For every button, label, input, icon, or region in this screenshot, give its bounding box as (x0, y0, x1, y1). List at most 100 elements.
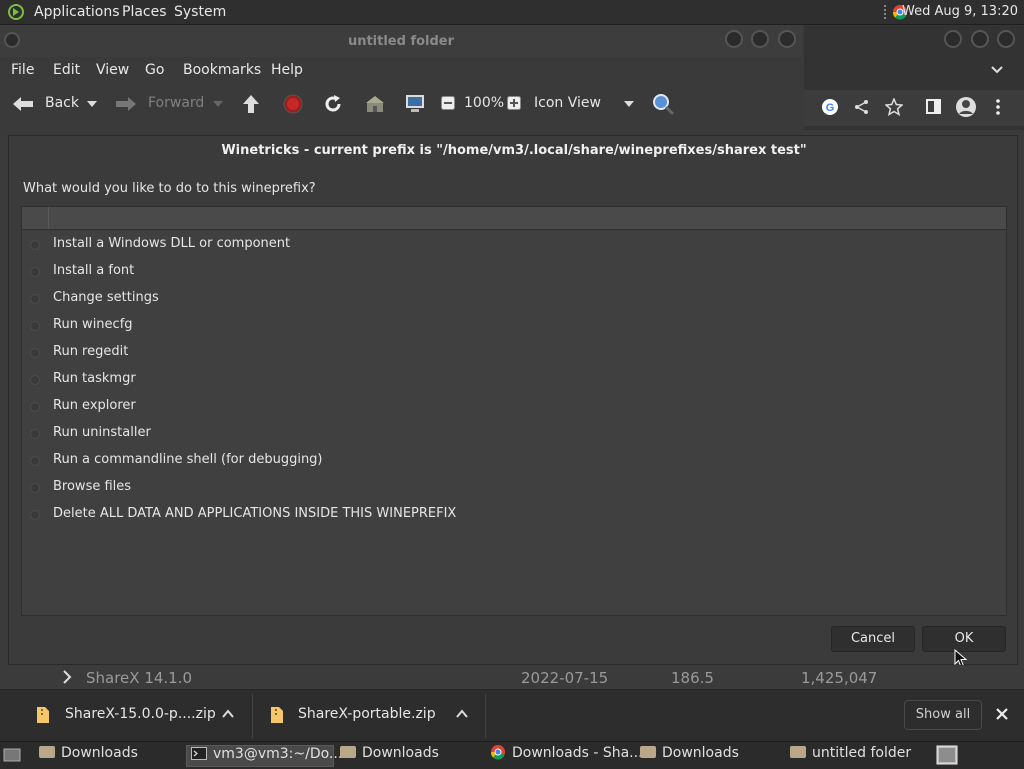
option-run-winecfg[interactable]: Run winecfg (22, 313, 1006, 340)
option-install-font[interactable]: Install a font (22, 259, 1006, 286)
forward-arrow-icon[interactable] (114, 95, 138, 113)
file-bytes: 1,425,047 (801, 669, 878, 687)
computer-icon[interactable] (404, 94, 426, 114)
drag-handle-icon (884, 5, 886, 19)
browser-toolbar: G (804, 90, 1024, 126)
gnome-foot-icon[interactable] (6, 3, 26, 21)
chrome-icon (490, 745, 505, 760)
option-browse-files[interactable]: Browse files (22, 475, 1006, 502)
file-list-row[interactable]: ShareX 14.1.0 2022-07-15 186.5 1,425,047 (0, 665, 1024, 689)
zip-file-icon (37, 707, 49, 723)
profile-avatar-icon[interactable] (955, 96, 977, 118)
up-arrow-icon[interactable] (241, 93, 261, 115)
option-run-uninstaller[interactable]: Run uninstaller (22, 421, 1006, 448)
radio-button[interactable] (30, 267, 40, 277)
option-install-dll[interactable]: Install a Windows DLL or component (22, 232, 1006, 259)
radio-button[interactable] (30, 294, 40, 304)
radio-button[interactable] (30, 483, 40, 493)
task-downloads-2[interactable]: Downloads (340, 745, 485, 767)
task-downloads-3[interactable]: Downloads (640, 745, 785, 767)
minimize-button[interactable] (725, 30, 743, 48)
radio-button[interactable] (30, 429, 40, 439)
system-menu[interactable]: System (174, 4, 226, 20)
browser-window: G (804, 25, 1024, 130)
list-header (22, 207, 1006, 230)
download-item[interactable]: ShareX-15.0.0-p....zip (0, 690, 252, 742)
stop-icon[interactable] (283, 94, 303, 114)
radio-button[interactable] (30, 510, 40, 520)
menu-edit[interactable]: Edit (53, 62, 80, 78)
kebab-menu-icon[interactable] (995, 98, 1001, 116)
menu-go[interactable]: Go (145, 62, 164, 78)
reload-icon[interactable] (323, 94, 343, 114)
search-icon[interactable] (651, 92, 675, 116)
side-panel-icon[interactable] (926, 99, 942, 115)
back-button[interactable]: Back (45, 95, 79, 111)
share-icon[interactable] (854, 99, 870, 115)
home-icon[interactable] (365, 95, 385, 113)
radio-button[interactable] (30, 321, 40, 331)
option-change-settings[interactable]: Change settings (22, 286, 1006, 313)
chevron-up-icon[interactable] (456, 709, 468, 719)
file-name: ShareX 14.1.0 (86, 669, 193, 687)
option-label: Run winecfg (53, 317, 133, 332)
close-icon[interactable] (995, 707, 1009, 721)
browser-maximize-button[interactable] (971, 30, 989, 48)
cancel-button[interactable]: Cancel (831, 626, 915, 652)
google-icon[interactable]: G (821, 98, 839, 116)
chevron-up-icon[interactable] (222, 709, 234, 719)
browser-minimize-button[interactable] (944, 30, 962, 48)
task-untitled-folder[interactable]: untitled folder (790, 745, 930, 767)
task-terminal[interactable]: vm3@vm3:~/Do... (186, 745, 342, 767)
applications-menu[interactable]: Applications (34, 4, 120, 20)
places-menu[interactable]: Places (122, 4, 167, 20)
option-label: Install a font (53, 263, 135, 278)
view-mode-dropdown-icon[interactable] (623, 100, 635, 108)
zoom-in-icon[interactable] (507, 96, 521, 110)
tab-search-chevron-icon[interactable] (990, 65, 1004, 75)
menu-file[interactable]: File (11, 62, 34, 78)
browser-close-button[interactable] (997, 30, 1015, 48)
menu-bookmarks[interactable]: Bookmarks (183, 62, 261, 78)
close-button[interactable] (778, 30, 796, 48)
menu-help[interactable]: Help (271, 62, 303, 78)
folder-icon (640, 746, 656, 758)
clock[interactable]: Wed Aug 9, 13:20 (902, 4, 1018, 19)
download-item[interactable]: ShareX-portable.zip (253, 690, 485, 742)
zoom-out-icon[interactable] (441, 96, 455, 110)
task-label: Downloads (662, 745, 739, 761)
show-desktop-icon[interactable] (3, 747, 21, 763)
option-run-taskmgr[interactable]: Run taskmgr (22, 367, 1006, 394)
dialog-title[interactable]: Winetricks - current prefix is "/home/vm… (9, 143, 1019, 158)
file-manager-titlebar[interactable]: untitled folder (0, 25, 802, 57)
view-mode-select[interactable]: Icon View (534, 95, 601, 111)
option-run-regedit[interactable]: Run regedit (22, 340, 1006, 367)
back-arrow-icon[interactable] (11, 95, 35, 113)
radio-button[interactable] (30, 375, 40, 385)
radio-button[interactable] (30, 240, 40, 250)
expander-chevron-icon[interactable] (62, 670, 72, 684)
show-all-button[interactable]: Show all (904, 700, 982, 730)
forward-dropdown-icon[interactable] (212, 100, 224, 108)
option-run-shell[interactable]: Run a commandline shell (for debugging) (22, 448, 1006, 475)
menu-view[interactable]: View (96, 62, 129, 78)
option-label: Run explorer (53, 398, 136, 413)
back-dropdown-icon[interactable] (86, 100, 98, 108)
options-list: Install a Windows DLL or component Insta… (21, 206, 1007, 616)
task-downloads[interactable]: Downloads (39, 745, 184, 767)
forward-button[interactable]: Forward (148, 95, 204, 111)
terminal-icon (191, 746, 207, 760)
workspace-switcher-icon[interactable] (936, 745, 958, 765)
radio-button[interactable] (30, 402, 40, 412)
maximize-button[interactable] (751, 30, 769, 48)
folder-icon (340, 746, 356, 758)
option-run-explorer[interactable]: Run explorer (22, 394, 1006, 421)
list-header-radio-column[interactable] (22, 207, 49, 229)
bookmark-star-icon[interactable] (885, 98, 903, 116)
winetricks-dialog: Winetricks - current prefix is "/home/vm… (8, 135, 1019, 668)
task-label: Downloads - Sha... (512, 745, 643, 761)
radio-button[interactable] (30, 456, 40, 466)
radio-button[interactable] (30, 348, 40, 358)
option-delete-all-data[interactable]: Delete ALL DATA AND APPLICATIONS INSIDE … (22, 502, 1006, 529)
task-chrome-downloads[interactable]: Downloads - Sha... (490, 745, 643, 767)
